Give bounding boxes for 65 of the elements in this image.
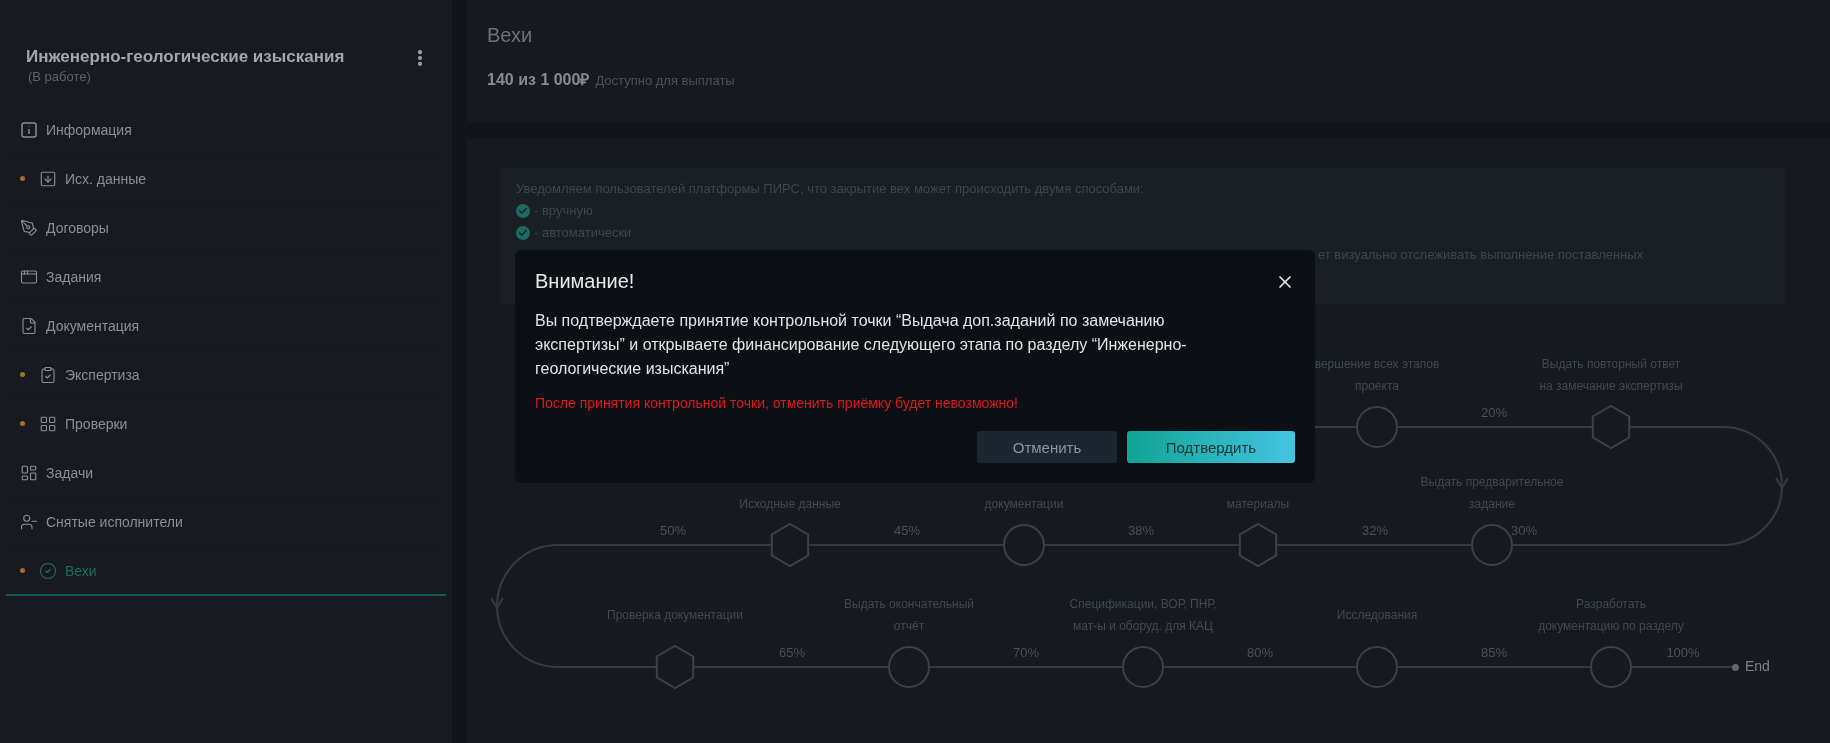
window-icon: [20, 267, 38, 286]
milestone-node: [1355, 405, 1399, 449]
milestone-percent: 100%: [1666, 645, 1700, 660]
sidebar-item-label: Исх. данные: [65, 170, 147, 187]
project-title: Инженерно-геологические изыскания: [26, 46, 346, 68]
milestone-percent: 85%: [1481, 645, 1507, 660]
sidebar-item[interactable]: Договоры: [6, 204, 446, 253]
end-dot: [1732, 664, 1739, 671]
milestone-node: [1236, 523, 1280, 567]
milestone-percent: 65%: [779, 645, 805, 660]
sidebar-item-label: Документация: [46, 317, 140, 334]
milestone-node: [768, 523, 812, 567]
milestone-percent: 50%: [660, 523, 686, 538]
page-title: Вехи: [487, 23, 534, 48]
sidebar-item[interactable]: Исх. данные: [6, 155, 446, 204]
milestone-percent: 45%: [894, 523, 920, 538]
sidebar-item-label: Проверки: [65, 415, 128, 432]
grid-icon: [39, 414, 57, 433]
check-circle-icon: [39, 561, 57, 580]
sidebar-item[interactable]: Вехи: [6, 547, 446, 596]
dialog-title: Внимание!: [535, 270, 635, 293]
user-icon: [20, 512, 38, 531]
milestone-percent: 30%: [1511, 523, 1537, 538]
info-icon: [20, 120, 38, 139]
dialog-warning: После принятия контрольной точки, отменить приёмку будет невозможно!: [535, 395, 1019, 411]
sidebar-item-label: Договоры: [46, 219, 109, 236]
milestone-node: [1589, 645, 1633, 689]
amount: 140 из 1 000₽: [487, 70, 590, 90]
sidebar-item[interactable]: Снятые исполнители: [6, 498, 446, 547]
milestone-node: [1002, 523, 1046, 567]
check-icon: [516, 226, 530, 240]
download-icon: [39, 169, 57, 188]
sidebar-item-label: Задачи: [46, 464, 93, 481]
sidebar-item-label: Экспертиза: [65, 366, 140, 383]
clipboard-check-icon: [39, 365, 57, 384]
milestone-percent: 80%: [1247, 645, 1273, 660]
sidebar-item[interactable]: Документация: [6, 302, 446, 351]
sidebar-item[interactable]: Информация: [6, 106, 446, 155]
pen-icon: [20, 218, 38, 237]
check-icon: [516, 204, 530, 218]
sidebar-item-label: Вехи: [65, 562, 97, 579]
sidebar-item[interactable]: Задачи: [6, 449, 446, 498]
milestone-percent: 70%: [1013, 645, 1039, 660]
sidebar-item[interactable]: Задания: [6, 253, 446, 302]
milestone-percent: 38%: [1128, 523, 1154, 538]
sidebar-item-label: Информация: [46, 121, 132, 138]
sidebar-item-label: Снятые исполнители: [46, 513, 183, 530]
milestone-node: [653, 645, 697, 689]
sidebar-item[interactable]: Экспертиза: [6, 351, 446, 400]
file-check-icon: [20, 316, 38, 335]
milestone-node: [1589, 405, 1633, 449]
milestone-node: [1121, 645, 1165, 689]
sidebar-item-label: Задания: [46, 268, 102, 285]
milestone-node: [1355, 645, 1399, 689]
milestone-percent: 20%: [1481, 405, 1507, 420]
sidebar-item[interactable]: Проверки: [6, 400, 446, 449]
amount-caption: Доступно для выплаты: [595, 73, 735, 88]
dialog-message: Вы подтверждаете принятие контрольной точки “Выдача доп.заданий по замечанию экспертизы” и открываете финансирование следующего этапа по разделу “Инженерно-геологические изыскания”: [535, 311, 1188, 379]
milestone-node: [887, 645, 931, 689]
confirm-button[interactable]: Подтвердить: [1127, 431, 1295, 463]
milestone-percent: 32%: [1362, 523, 1388, 538]
cancel-button[interactable]: Отменить: [977, 431, 1117, 463]
dashboard-icon: [20, 463, 38, 482]
end-label: End: [1745, 658, 1770, 674]
project-status: (В работе): [28, 68, 92, 86]
